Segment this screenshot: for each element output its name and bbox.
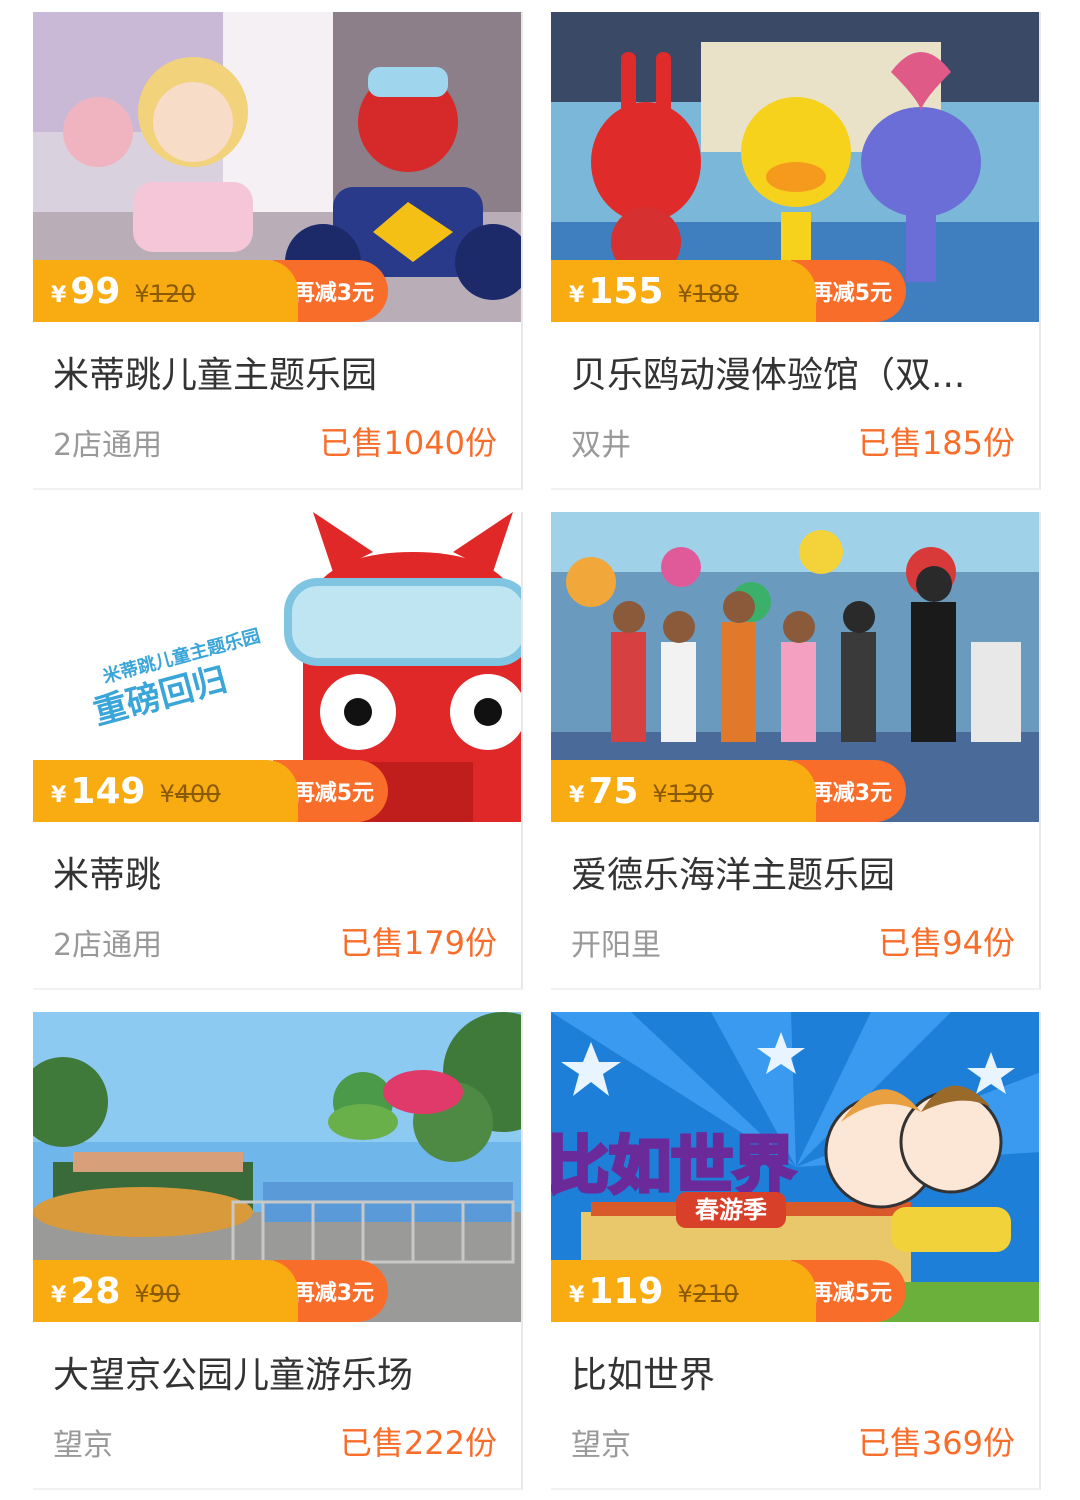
- product-card[interactable]: ¥ 99 ¥120 再减3元 米蒂跳儿童主题乐园 2店通用 已售1040份: [33, 12, 523, 490]
- product-location: 2店通用: [53, 428, 163, 463]
- product-title: 大望京公园儿童游乐场: [53, 1355, 414, 1396]
- product-card[interactable]: 比如世界 春游季 ¥ 119 ¥210 再减5元 比如世界 望京 已售369份: [551, 1012, 1041, 1490]
- original-price: ¥188: [677, 280, 739, 308]
- sale-price: 155: [588, 270, 664, 312]
- sale-price: 28: [70, 1270, 121, 1312]
- sold-count: 已售179份: [339, 924, 497, 962]
- product-location: 双井: [571, 428, 631, 463]
- product-card[interactable]: 米蒂跳儿童主题乐园 重磅回归 ¥ 149 ¥400 再减5元 米蒂跳 2店通用 …: [33, 512, 523, 990]
- price-bar: ¥ 119 ¥210 再减5元: [551, 1260, 906, 1322]
- product-location: 2店通用: [53, 928, 163, 963]
- sold-count: 已售222份: [339, 1424, 497, 1462]
- sold-count: 已售1040份: [319, 424, 497, 462]
- price-tag: ¥ 149 ¥400: [33, 760, 298, 822]
- price-bar: ¥ 149 ¥400 再减5元: [33, 760, 388, 822]
- product-location: 开阳里: [571, 928, 661, 963]
- price-bar: ¥ 28 ¥90 再减3元: [33, 1260, 388, 1322]
- product-card[interactable]: ¥ 75 ¥130 再减3元 爱德乐海洋主题乐园 开阳里 已售94份: [551, 512, 1041, 990]
- original-price: ¥90: [134, 1280, 181, 1308]
- currency-symbol: ¥: [569, 782, 585, 808]
- image-caption: 春游季: [695, 1196, 767, 1224]
- currency-symbol: ¥: [51, 282, 67, 308]
- price-bar: ¥ 155 ¥188 再减5元: [551, 260, 906, 322]
- product-card[interactable]: ¥ 28 ¥90 再减3元 大望京公园儿童游乐场 望京 已售222份: [33, 1012, 523, 1490]
- sale-price: 75: [588, 770, 639, 812]
- price-tag: ¥ 119 ¥210: [551, 1260, 816, 1322]
- original-price: ¥400: [159, 780, 221, 808]
- sale-price: 119: [588, 1270, 664, 1312]
- original-price: ¥210: [677, 1280, 739, 1308]
- original-price: ¥130: [652, 780, 714, 808]
- image-caption: 比如世界: [551, 1132, 795, 1201]
- product-card[interactable]: ¥ 155 ¥188 再减5元 贝乐鸥动漫体验馆（双... 双井 已售185份: [551, 12, 1041, 490]
- price-bar: ¥ 75 ¥130 再减3元: [551, 760, 906, 822]
- price-tag: ¥ 99 ¥120: [33, 260, 298, 322]
- product-title: 比如世界: [571, 1355, 716, 1396]
- product-location: 望京: [53, 1428, 113, 1463]
- sold-count: 已售94份: [878, 924, 1015, 962]
- product-title: 米蒂跳儿童主题乐园: [53, 355, 378, 396]
- product-title: 爱德乐海洋主题乐园: [571, 855, 896, 896]
- product-location: 望京: [571, 1428, 631, 1463]
- sold-count: 已售369份: [857, 1424, 1015, 1462]
- price-bar: ¥ 99 ¥120 再减3元: [33, 260, 388, 322]
- product-title: 米蒂跳: [53, 855, 162, 896]
- original-price: ¥120: [134, 280, 196, 308]
- currency-symbol: ¥: [569, 282, 585, 308]
- product-grid: ¥ 99 ¥120 再减3元 米蒂跳儿童主题乐园 2店通用 已售1040份 ¥ …: [0, 0, 1080, 1500]
- sale-price: 149: [70, 770, 146, 812]
- currency-symbol: ¥: [51, 782, 67, 808]
- price-tag: ¥ 75 ¥130: [551, 760, 816, 822]
- sold-count: 已售185份: [857, 424, 1015, 462]
- currency-symbol: ¥: [569, 1282, 585, 1308]
- sale-price: 99: [70, 270, 121, 312]
- product-title: 贝乐鸥动漫体验馆（双...: [571, 355, 966, 396]
- currency-symbol: ¥: [51, 1282, 67, 1308]
- price-tag: ¥ 155 ¥188: [551, 260, 816, 322]
- price-tag: ¥ 28 ¥90: [33, 1260, 298, 1322]
